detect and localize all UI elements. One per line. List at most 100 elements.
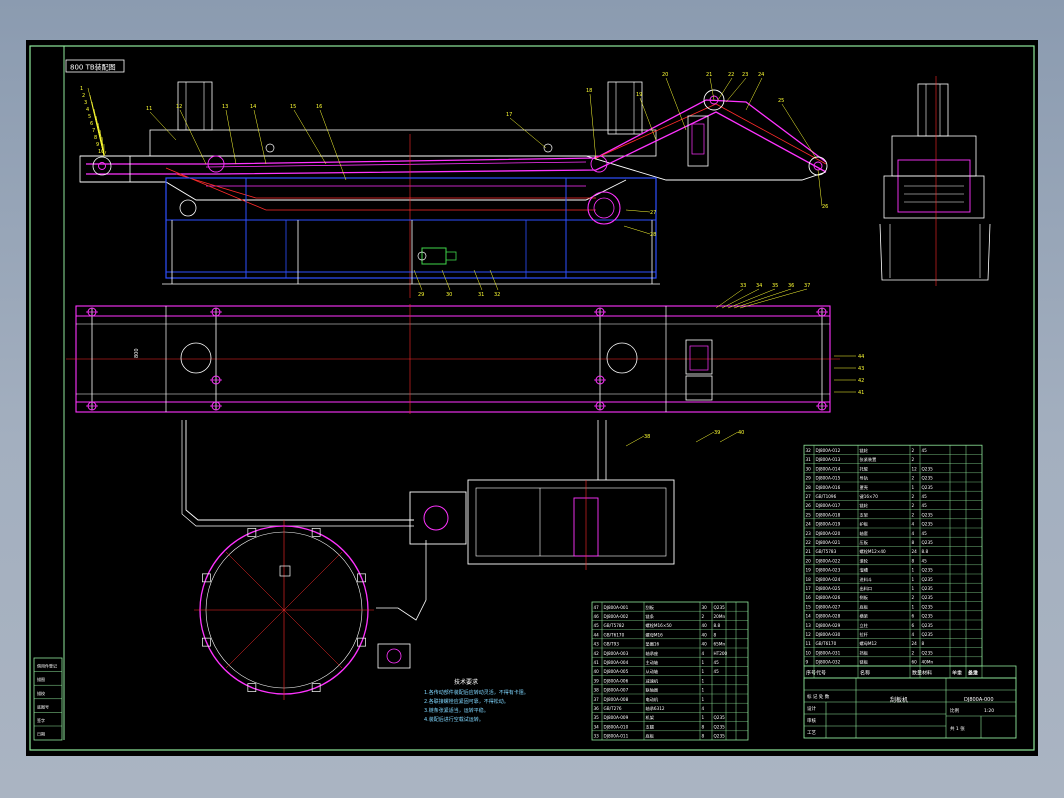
parts-cell: 2 [912, 457, 915, 462]
idler-14 [265, 143, 275, 153]
parts-cell: DJ800A-014 [816, 466, 841, 471]
leader-line [625, 209, 651, 213]
parts-cell: 横梁 [860, 613, 869, 620]
parts-cell: 托辊 [860, 465, 869, 472]
part-label: 8 [94, 135, 97, 141]
part-label: 21 [706, 72, 712, 78]
plan-view: 800 [66, 304, 840, 414]
parts-cell: 1 [912, 586, 915, 591]
tech-note-1: 1.各传动部件装配后应转动灵活，不得有卡阻。 [424, 689, 529, 696]
parts-cell: 10 [806, 650, 812, 655]
part-label: 16 [316, 104, 322, 110]
parts-cell: 8 [702, 734, 705, 739]
parts-cell: 8 [922, 641, 925, 646]
parts-cell: DJ800A-010 [604, 724, 629, 729]
parts-cell: 8 [714, 632, 717, 637]
parts-cell: 链板 [860, 659, 869, 666]
parts-cell: 刮板 [646, 604, 655, 611]
parts-cell: Q235 [922, 595, 934, 600]
parts-cell: 65Mn [714, 642, 726, 647]
parts-cell: 1 [702, 678, 705, 683]
parts-cell: Q235 [922, 623, 934, 628]
parts-cell: Q235 [922, 604, 934, 609]
parts-cell: GB/T6170 [604, 632, 625, 637]
parts-cell: 轴套 [860, 530, 869, 537]
title-block: 标 记 处 数 设计 审核 工艺 刮板机 DJ800A-000 比例 1:20 … [803, 677, 1017, 739]
sprocket-lower-big [587, 191, 621, 225]
parts-cell: 26 [806, 503, 812, 508]
parts-cell: 11 [806, 641, 812, 646]
parts-cell: 1 [702, 688, 705, 693]
part-label: 26 [822, 204, 828, 210]
parts-cell: DJ800A-021 [816, 540, 841, 545]
sprocket-tail [92, 156, 112, 176]
part-label: 29 [418, 292, 424, 298]
parts-cell: 40 [702, 623, 708, 628]
parts-cell: DJ800A-008 [604, 697, 629, 702]
parts-header-cell: 单重 [952, 670, 962, 677]
sidebar-cell: 描图 [37, 676, 45, 682]
part-label: 9 [96, 142, 99, 148]
parts-cell: DJ800A-019 [816, 522, 841, 527]
title-tag: 800 TB装配图 [70, 63, 116, 72]
part-label: 25 [778, 98, 784, 104]
parts-cell: 15 [806, 604, 812, 609]
part-label: 24 [758, 72, 764, 78]
parts-cell: 从动轴 [646, 668, 659, 675]
leader-line [149, 111, 177, 141]
parts-cell: DJ800A-020 [816, 531, 841, 536]
part-label: 13 [222, 104, 228, 110]
parts-cell: 45 [714, 660, 720, 665]
part-label: 44 [858, 354, 864, 360]
parts-cell: 2 [912, 494, 915, 499]
part-label: 18 [586, 88, 592, 94]
parts-cell: DJ800A-005 [604, 669, 629, 674]
parts-cell: GB/T93 [604, 642, 620, 647]
parts-cell: 20Mn [714, 614, 726, 619]
parts-cell: 41 [594, 660, 600, 665]
parts-cell: 1 [702, 697, 705, 702]
parts-cell: Q235 [922, 540, 934, 545]
parts-cell: DJ800A-018 [816, 512, 841, 517]
parts-cell: DJ800A-007 [604, 688, 629, 693]
leader-line [721, 288, 760, 309]
part-label: 32 [494, 292, 500, 298]
parts-cell: 1 [702, 660, 705, 665]
parts-cell: 2 [912, 595, 915, 600]
tech-note-2: 2.各联接螺栓应紧固可靠，不得松动。 [424, 698, 509, 705]
parts-cell: 2 [912, 448, 915, 453]
part-label: 11 [146, 106, 152, 112]
leader-line [733, 288, 792, 309]
tb-sign-2: 审核 [807, 717, 816, 724]
parts-header-cell: 备注 [968, 670, 978, 677]
parts-cell: 1 [912, 604, 915, 609]
part-label: 1 [80, 86, 83, 92]
parts-cell: 护板 [860, 521, 869, 528]
trough-outline [80, 155, 827, 181]
parts-cell: 19 [806, 568, 812, 573]
tech-notes: 技术要求 1.各传动部件装配后应转动灵活，不得有卡阻。 2.各联接螺栓应紧固可靠… [424, 678, 529, 723]
part-label: 17 [506, 112, 512, 118]
parts-cell: 43 [594, 642, 600, 647]
sprocket-lower-big-inner [593, 197, 615, 219]
inlet-hopper-right [607, 81, 643, 135]
idler-17 [543, 143, 553, 153]
parts-cell: 45 [714, 669, 720, 674]
parts-cell: 4 [912, 632, 915, 637]
parts-cell: Q235 [714, 734, 726, 739]
cad-canvas: 800 TB装配图 800 技术要求 1.各传动部件装配后应转动灵活，不得有卡阻… [29, 45, 1035, 751]
parts-cell: 螺母M12 [860, 640, 878, 647]
parts-cell: 链条 [646, 613, 655, 620]
parts-cell: 罩壳 [860, 484, 869, 491]
part-label: 42 [858, 378, 864, 384]
parts-cell: DJ800A-003 [604, 651, 629, 656]
part-label: 7 [92, 128, 95, 134]
parts-cell: 33 [594, 734, 600, 739]
parts-cell: 23 [806, 531, 812, 536]
parts-cell: DJ800A-004 [604, 660, 629, 665]
parts-cell: 13 [806, 623, 812, 628]
parts-cell: 轴承6312 [646, 705, 665, 712]
parts-cell: 40 [702, 632, 708, 637]
parts-cell: 12 [912, 466, 918, 471]
parts-cell: 1 [912, 485, 915, 490]
